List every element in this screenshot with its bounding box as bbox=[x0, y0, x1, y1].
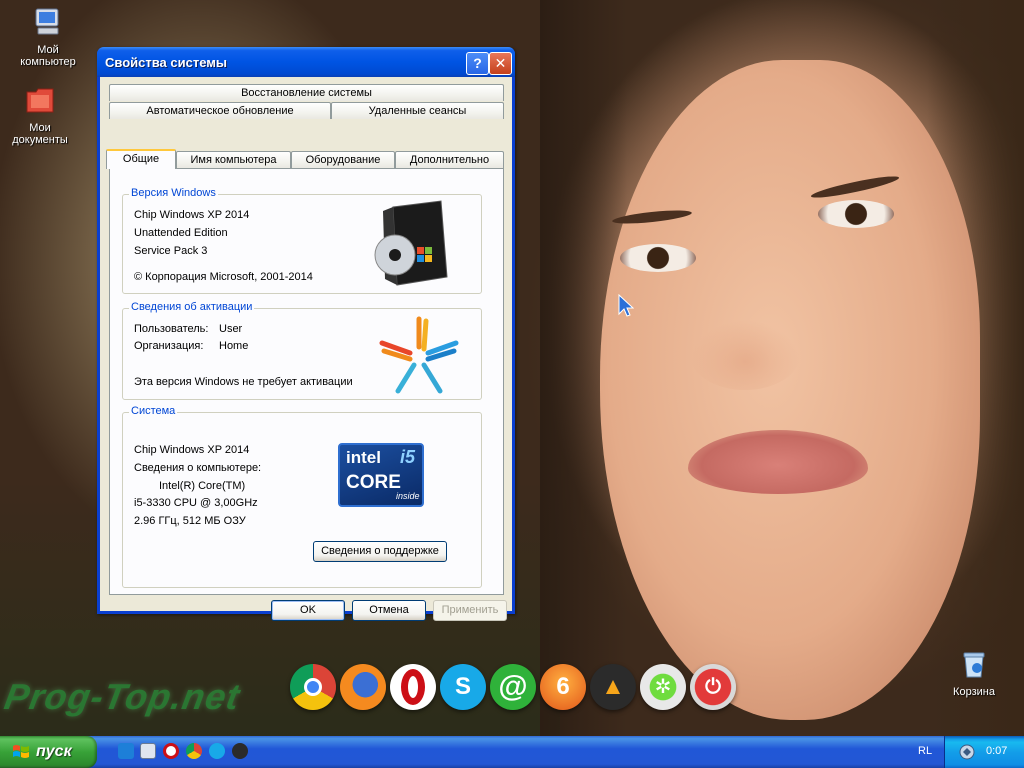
wallpaper-nose bbox=[690, 320, 800, 390]
os-name: Chip Windows XP 2014 bbox=[134, 209, 250, 221]
skype-quicklaunch-icon[interactable] bbox=[209, 743, 225, 759]
opera-icon[interactable] bbox=[390, 664, 436, 710]
recycle-bin-icon bbox=[963, 652, 985, 678]
shutdown-icon[interactable]: ⏻ bbox=[690, 664, 736, 710]
window-titlebar[interactable]: Свойства системы ? ✕ bbox=[97, 47, 515, 77]
tab-remote[interactable]: Удаленные сеансы bbox=[331, 102, 504, 119]
intel-model: i5 bbox=[400, 447, 416, 467]
cpu-model: i5-3330 CPU @ 3,00GHz bbox=[134, 497, 258, 509]
windows-box-icon bbox=[374, 200, 448, 286]
desktop-icon-my-computer[interactable]: Мой компьютер bbox=[8, 6, 88, 68]
wallpaper-eye-left bbox=[620, 244, 696, 272]
group-windows-version: Версия Windows Chip Windows XP 2014 Unat… bbox=[122, 187, 482, 294]
tab-hardware[interactable]: Оборудование bbox=[291, 151, 395, 168]
aimp-quicklaunch-icon[interactable] bbox=[232, 743, 248, 759]
os-copyright: © Корпорация Microsoft, 2001-2014 bbox=[134, 271, 313, 283]
opera-quicklaunch-icon[interactable] bbox=[163, 743, 179, 759]
utorrent-icon[interactable]: ✲ bbox=[640, 664, 686, 710]
support-info-button[interactable]: Сведения о поддержке bbox=[313, 541, 447, 562]
clock: 0:07 bbox=[986, 745, 1008, 757]
window-title: Свойства системы bbox=[105, 55, 227, 70]
system-tray bbox=[944, 736, 1024, 768]
internet-explorer-icon[interactable] bbox=[118, 743, 134, 759]
system-properties-window: Свойства системы ? ✕ Восстановление сист… bbox=[97, 47, 515, 621]
group-system: Система Chip Windows XP 2014 Сведения о … bbox=[122, 405, 482, 588]
start-button[interactable]: пуск bbox=[0, 736, 97, 768]
burning-icon[interactable]: 6 bbox=[540, 664, 586, 710]
organization-value: Home bbox=[219, 340, 249, 352]
skype-icon[interactable]: S bbox=[440, 664, 486, 710]
group-activation: Сведения об активации Пользователь: User… bbox=[122, 301, 482, 400]
intel-brand: intel bbox=[346, 448, 381, 467]
group-title: Версия Windows bbox=[129, 187, 218, 199]
intel-inside: inside bbox=[396, 491, 420, 501]
show-desktop-icon[interactable] bbox=[140, 743, 156, 759]
computer-info-label: Сведения о компьютере: bbox=[134, 462, 262, 474]
apply-button[interactable]: Применить bbox=[433, 600, 507, 621]
group-title: Сведения об активации bbox=[129, 301, 255, 313]
aimp-icon[interactable]: ▲ bbox=[590, 664, 636, 710]
firefox-icon[interactable] bbox=[340, 664, 386, 710]
desktop-icon-label: Корзина bbox=[953, 686, 995, 698]
tab-panel-general: Версия Windows Chip Windows XP 2014 Unat… bbox=[109, 168, 504, 595]
wallpaper-eye-right bbox=[818, 200, 894, 228]
tab-system-restore[interactable]: Восстановление системы bbox=[109, 84, 504, 101]
mail-agent-icon[interactable]: @ bbox=[490, 664, 536, 710]
chrome-quicklaunch-icon[interactable] bbox=[186, 743, 202, 759]
activation-star-icon bbox=[379, 316, 459, 394]
cpu-brand: Intel(R) Core(TM) bbox=[159, 480, 246, 492]
os-service-pack: Service Pack 3 bbox=[134, 245, 208, 257]
ok-button[interactable]: OK bbox=[271, 600, 345, 621]
user-label: Пользователь: bbox=[134, 323, 209, 335]
window-client-area: Восстановление системы Автоматическое об… bbox=[100, 77, 512, 621]
group-title: Система bbox=[129, 405, 178, 417]
desktop-icon-recycle-bin[interactable]: Корзина bbox=[934, 648, 1014, 698]
tab-advanced[interactable]: Дополнительно bbox=[395, 151, 504, 168]
organization-label: Организация: bbox=[134, 340, 204, 352]
cpu-speed-ram: 2.96 ГГц, 512 МБ ОЗУ bbox=[134, 515, 246, 527]
windows-flag-icon bbox=[13, 745, 29, 758]
system-os-name: Chip Windows XP 2014 bbox=[134, 444, 250, 456]
user-value: User bbox=[219, 323, 243, 335]
os-edition: Unattended Edition bbox=[134, 227, 228, 239]
desktop-icon-label: Мой bbox=[37, 44, 59, 56]
language-indicator[interactable]: RL bbox=[918, 745, 932, 757]
intel-core-i5-badge: intel CORE i5 inside bbox=[338, 443, 424, 507]
chrome-icon[interactable] bbox=[290, 664, 336, 710]
watermark-text: Prog-Top.net bbox=[1, 676, 244, 717]
mouse-cursor-icon bbox=[618, 294, 634, 317]
my-computer-icon bbox=[35, 8, 59, 35]
my-documents-icon bbox=[26, 88, 54, 113]
desktop-icon-label: документы bbox=[12, 134, 68, 146]
cancel-button[interactable]: Отмена bbox=[352, 600, 426, 621]
tab-computer-name[interactable]: Имя компьютера bbox=[176, 151, 291, 168]
desktop-icon-my-documents[interactable]: Мои документы bbox=[0, 84, 80, 146]
intel-core: CORE bbox=[346, 472, 401, 493]
close-button[interactable]: ✕ bbox=[489, 52, 512, 75]
help-button[interactable]: ? bbox=[466, 52, 489, 75]
wallpaper-face bbox=[600, 60, 980, 720]
desktop-icon-label: компьютер bbox=[20, 56, 76, 68]
activation-note: Эта версия Windows не требует активации bbox=[134, 376, 353, 388]
tab-general[interactable]: Общие bbox=[106, 149, 176, 169]
tray-app-icon[interactable] bbox=[959, 744, 975, 760]
tab-automatic-updates[interactable]: Автоматическое обновление bbox=[109, 102, 331, 119]
desktop-icon-label: Мои bbox=[29, 122, 51, 134]
start-label: пуск bbox=[36, 743, 72, 760]
